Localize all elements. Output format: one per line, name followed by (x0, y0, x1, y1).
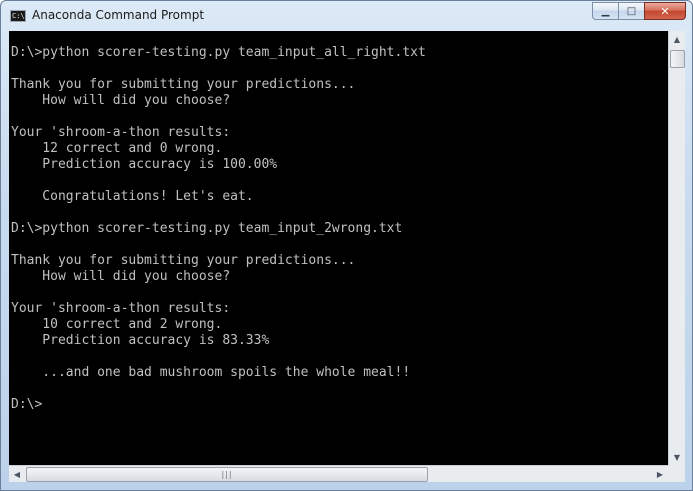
cmd-app-icon[interactable]: C:\ (10, 10, 26, 22)
console-line: ...and one bad mushroom spoils the whole… (11, 365, 411, 380)
maximize-button[interactable]: □ (618, 2, 644, 20)
caption-buttons: ▁ □ ✕ (592, 2, 686, 21)
scroll-right-arrow-icon[interactable]: ▶ (652, 466, 668, 482)
console-line: How will did you choose? (11, 93, 231, 108)
console-line: How will did you choose? (11, 269, 231, 284)
vertical-scrollbar[interactable]: ▲ ▼ (668, 31, 685, 465)
console-line: Your 'shroom-a-thon results: (11, 125, 231, 140)
console-line: D:\> (11, 397, 43, 412)
minimize-button[interactable]: ▁ (592, 2, 618, 20)
window-title: Anaconda Command Prompt (32, 8, 205, 22)
horizontal-scrollbar[interactable]: ◀ ||| ▶ (9, 465, 668, 482)
scroll-down-arrow-icon[interactable]: ▼ (669, 449, 685, 465)
console-line: Congratulations! Let's eat. (11, 189, 254, 204)
console-line: Thank you for submitting your prediction… (11, 77, 356, 92)
vertical-scroll-thumb[interactable] (670, 50, 685, 68)
console-line: D:\>python scorer-testing.py team_input_… (11, 221, 403, 236)
minimize-icon: ▁ (601, 5, 610, 17)
console-line: Thank you for submitting your prediction… (11, 253, 356, 268)
console-output[interactable]: D:\>python scorer-testing.py team_input_… (9, 31, 668, 465)
scroll-grip-icon: ||| (221, 470, 233, 479)
close-icon: ✕ (660, 4, 670, 18)
console-text: D:\>python scorer-testing.py team_input_… (9, 31, 668, 413)
horizontal-scroll-thumb[interactable]: ||| (26, 467, 428, 482)
scroll-left-arrow-icon[interactable]: ◀ (9, 466, 25, 482)
close-button[interactable]: ✕ (644, 2, 686, 20)
maximize-icon: □ (626, 5, 637, 17)
title-bar[interactable]: C:\ Anaconda Command Prompt ▁ □ ✕ (1, 1, 692, 31)
console-line: Prediction accuracy is 83.33% (11, 333, 270, 348)
console-line: 12 correct and 0 wrong. (11, 141, 223, 156)
console-line: 10 correct and 2 wrong. (11, 317, 223, 332)
console-window: C:\ Anaconda Command Prompt ▁ □ ✕ D:\>py… (0, 0, 693, 491)
console-line: Your 'shroom-a-thon results: (11, 301, 231, 316)
console-line: D:\>python scorer-testing.py team_input_… (11, 45, 426, 60)
scroll-up-arrow-icon[interactable]: ▲ (669, 31, 685, 47)
console-line: Prediction accuracy is 100.00% (11, 157, 278, 172)
resize-grip[interactable] (668, 465, 685, 482)
